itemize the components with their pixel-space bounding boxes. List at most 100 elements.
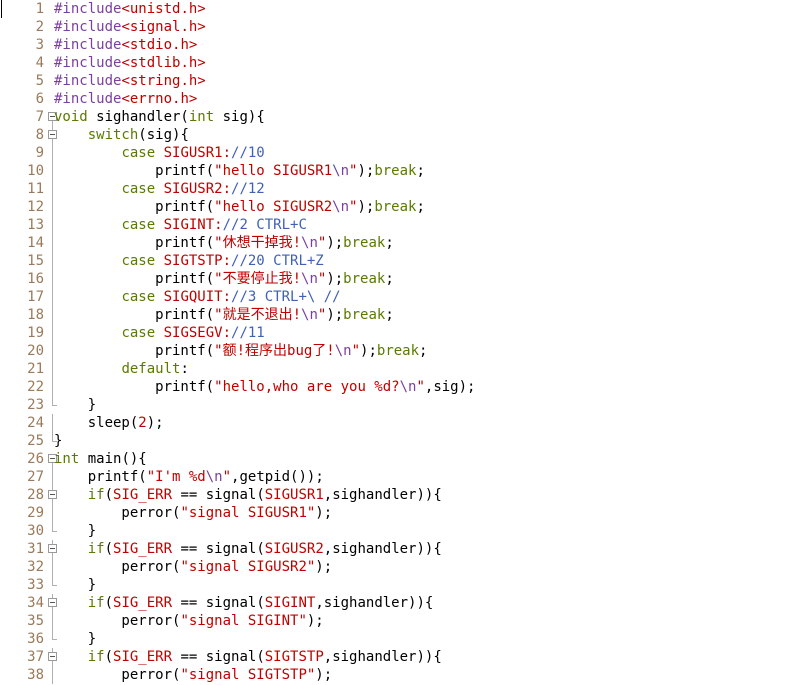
code-line[interactable]: 1 #include<unistd.h>: [0, 0, 801, 18]
code-line[interactable]: 12 printf("hello SIGUSR2\n");break;: [0, 198, 801, 216]
code-token: break: [374, 199, 417, 215]
code-token: perror(: [54, 505, 181, 521]
code-token: == signal(: [172, 487, 265, 503]
code-line[interactable]: 6 #include<errno.h>: [0, 90, 801, 108]
code-line[interactable]: 38 perror("signal SIGTSTP");: [0, 666, 801, 684]
code-token: printf(: [54, 199, 215, 215]
code-line[interactable]: 4 #include<stdlib.h>: [0, 54, 801, 72]
code-token: SIG_ERR: [113, 487, 173, 503]
code-line[interactable]: 28 if(SIG_ERR == signal(SIGUSR1,sighandl…: [0, 486, 801, 504]
code-line[interactable]: 18 printf("就是不退出!\n");break;: [0, 306, 801, 324]
code-line[interactable]: 3 #include<stdio.h>: [0, 36, 801, 54]
code-token: );: [315, 559, 333, 575]
code-text: case SIGQUIT://3 CTRL+\ //: [54, 288, 340, 306]
code-token: main(){: [79, 451, 147, 467]
code-token: <string.h>: [121, 73, 206, 89]
code-token: SIGUSR2:: [155, 181, 232, 197]
code-line[interactable]: 36 }: [0, 630, 801, 648]
code-line[interactable]: 23 }: [0, 396, 801, 414]
code-token: ;: [385, 235, 394, 251]
code-token: <signal.h>: [121, 19, 206, 35]
code-token: printf(: [54, 271, 215, 287]
code-text: #include<stdlib.h>: [54, 54, 206, 72]
code-text: #include<string.h>: [54, 72, 206, 90]
code-token: printf(: [54, 307, 215, 323]
code-token: printf(: [54, 343, 215, 359]
code-token: ": [351, 343, 361, 359]
line-number: 13: [27, 217, 44, 233]
line-number: 28: [27, 487, 44, 503]
code-token: sleep(: [54, 415, 139, 431]
code-line[interactable]: 7 void sighandler(int sig){: [0, 108, 801, 126]
code-token: ;: [416, 163, 425, 179]
code-token: <stdlib.h>: [121, 55, 206, 71]
code-text: case SIGTSTP://20 CTRL+Z: [54, 252, 323, 270]
code-line[interactable]: 16 printf("不要停止我!\n");break;: [0, 270, 801, 288]
code-line[interactable]: 33 }: [0, 576, 801, 594]
code-line[interactable]: 5 #include<string.h>: [0, 72, 801, 90]
code-token: "休想干掉我!: [214, 235, 302, 251]
code-line[interactable]: 25}: [0, 432, 801, 450]
code-line[interactable]: 13 case SIGINT://2 CTRL+C: [0, 216, 801, 234]
code-line[interactable]: 30 }: [0, 522, 801, 540]
code-token: SIG_ERR: [113, 649, 173, 665]
code-token: <stdio.h>: [121, 37, 198, 53]
code-line[interactable]: 35 perror("signal SIGINT");: [0, 612, 801, 630]
code-text: }: [54, 432, 62, 450]
code-token: //11: [231, 325, 265, 341]
code-text: switch(sig){: [54, 126, 189, 144]
code-line[interactable]: 21 default:: [0, 360, 801, 378]
code-line[interactable]: 14 printf("休想干掉我!\n");break;: [0, 234, 801, 252]
code-line[interactable]: 2 #include<signal.h>: [0, 18, 801, 36]
code-line[interactable]: 37 if(SIG_ERR == signal(SIGTSTP,sighandl…: [0, 648, 801, 666]
code-text: default:: [54, 360, 188, 378]
code-token: printf(: [54, 163, 215, 179]
code-token: "hello SIGUSR1: [214, 163, 333, 179]
code-text: printf("额!程序出bug了!\n");break;: [54, 342, 427, 360]
code-line[interactable]: 8 switch(sig){: [0, 126, 801, 144]
code-line[interactable]: 22 printf("hello,who are you %d?\n",sig)…: [0, 378, 801, 396]
code-token: #include: [54, 1, 122, 17]
code-token: \n: [399, 379, 417, 395]
line-number: 27: [27, 469, 44, 485]
code-line[interactable]: 11 case SIGUSR2://12: [0, 180, 801, 198]
line-number: 1: [35, 1, 44, 17]
code-line[interactable]: 34 if(SIG_ERR == signal(SIGINT,sighandle…: [0, 594, 801, 612]
code-token: case: [121, 217, 156, 233]
code-line[interactable]: 10 printf("hello SIGUSR1\n");break;: [0, 162, 801, 180]
code-line[interactable]: 24 sleep(2);: [0, 414, 801, 432]
code-line[interactable]: 20 printf("额!程序出bug了!\n");break;: [0, 342, 801, 360]
code-text: }: [54, 576, 96, 594]
code-text: }: [54, 522, 96, 540]
code-line[interactable]: 26 int main(){: [0, 450, 801, 468]
line-number: 29: [27, 505, 44, 521]
code-line[interactable]: 15 case SIGTSTP://20 CTRL+Z: [0, 252, 801, 270]
line-number: 11: [27, 181, 44, 197]
code-text: printf("hello SIGUSR1\n");break;: [54, 162, 425, 180]
code-text: printf("I'm %d\n",getpid());: [54, 468, 324, 486]
code-line[interactable]: 27 printf("I'm %d\n",getpid());: [0, 468, 801, 486]
code-line[interactable]: 32 perror("signal SIGUSR2");: [0, 558, 801, 576]
line-number: 37: [27, 649, 44, 665]
code-token: 2: [138, 415, 147, 431]
code-token: );: [326, 235, 344, 251]
code-line[interactable]: 31 if(SIG_ERR == signal(SIGUSR2,sighandl…: [0, 540, 801, 558]
line-number: 6: [35, 91, 44, 107]
code-editor[interactable]: 1 #include<unistd.h> 2 #include<signal.h> 3 #…: [0, 0, 801, 685]
line-number: 25: [27, 433, 44, 449]
line-number: 9: [35, 145, 44, 161]
code-token: "signal SIGTSTP": [180, 667, 316, 683]
code-line[interactable]: 9 case SIGUSR1://10: [0, 144, 801, 162]
code-line[interactable]: 29 perror("signal SIGUSR1");: [0, 504, 801, 522]
line-number: 30: [27, 523, 44, 539]
code-text: perror("signal SIGUSR1");: [54, 504, 332, 522]
code-line[interactable]: 17 case SIGQUIT://3 CTRL+\ //: [0, 288, 801, 306]
code-line[interactable]: 19 case SIGSEGV://11: [0, 324, 801, 342]
code-token: \n: [332, 163, 350, 179]
code-token: //10: [231, 145, 265, 161]
